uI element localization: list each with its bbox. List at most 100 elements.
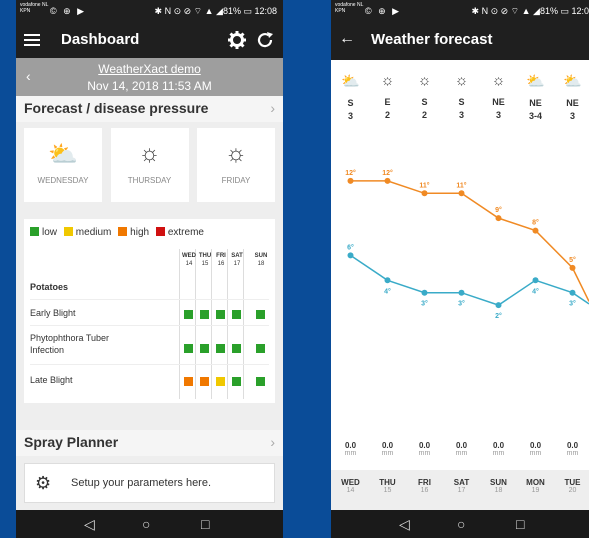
page-title: Weather forecast [371, 31, 493, 48]
column-header: THU 15 [198, 252, 212, 268]
precip-value: 0.0 [529, 441, 542, 450]
disease-label: Phytophthora Tuber Infection [30, 333, 110, 355]
column-date: 15 [201, 261, 209, 267]
day-column: SUN 18 [480, 470, 517, 494]
day-label: WEDNESDAY [37, 176, 89, 185]
wind-direction: E [384, 97, 391, 107]
day-column: WED 14 [332, 470, 369, 494]
partly-cloudy-icon: ⛅ [526, 73, 545, 90]
wind-speed: 2 [384, 110, 390, 120]
column-day: THU [198, 253, 212, 259]
day-strip: WED 14 THU 15 FRI 16 SAT 17 SUN 18 MON 19 TUE 20 [331, 470, 589, 510]
previous-station-button[interactable]: ‹ [26, 68, 31, 84]
wind-direction: NE [492, 97, 505, 107]
setup-parameters-button[interactable]: ⚙ Setup your parameters here. [24, 463, 275, 503]
risk-cell-low [184, 310, 193, 319]
risk-cell-low [200, 310, 209, 319]
column-header: SUN 18 [254, 252, 268, 268]
nav-recent-icon[interactable]: □ [516, 516, 524, 532]
forecast-day-column: ⛅ NE 3 [554, 72, 589, 121]
station-name-link[interactable]: WeatherXact demo [16, 58, 283, 76]
wind-speed: 3 [569, 111, 575, 121]
day-card[interactable]: ☼ THURSDAY [110, 128, 189, 202]
day-name: TUE [564, 478, 581, 487]
day-name: SUN [490, 478, 507, 487]
sun-icon: ☼ [491, 72, 506, 89]
system-nav-bar: ◁ ○ □ [331, 510, 589, 538]
nav-back-icon[interactable]: ◁ [399, 516, 410, 533]
status-right: ✱ N ⊙ ⊘ ⌔ ▲ ◢81% ▭ 12:0 [471, 6, 589, 16]
day-date: 18 [494, 487, 503, 494]
gear-icon: ⚙ [35, 473, 52, 493]
day-name: SAT [453, 478, 470, 487]
sun-icon: ☼ [417, 72, 432, 89]
hamburger-icon[interactable] [24, 34, 40, 46]
column-date: 18 [257, 261, 265, 267]
risk-cell-low [216, 310, 225, 319]
data-label: 6° [347, 243, 354, 251]
nav-back-icon[interactable]: ◁ [84, 516, 95, 533]
precip-value: 0.0 [455, 441, 468, 450]
day-column: MON 19 [517, 470, 554, 494]
data-label: 12° [345, 169, 356, 177]
refresh-icon[interactable] [256, 31, 274, 49]
sun-icon: ☼ [454, 72, 469, 89]
day-column: FRI 16 [406, 470, 443, 494]
column-date: 17 [233, 261, 241, 267]
column-date: 14 [185, 261, 193, 267]
day-name: WED [341, 478, 360, 487]
legend-label: extreme [167, 227, 204, 238]
precip-column: 0.0 mm [517, 441, 554, 457]
notification-icons: © ⊕ ▶ [365, 6, 402, 16]
day-name: FRI [418, 478, 431, 487]
day-name: MON [526, 478, 545, 487]
data-label: 5° [569, 256, 576, 264]
day-card[interactable]: ☼ FRIDAY [197, 128, 275, 202]
forecast-section-header[interactable]: Forecast / disease pressure › [16, 96, 283, 122]
column-divider [179, 249, 180, 399]
data-point [495, 215, 502, 222]
legend-label: low [42, 227, 58, 238]
forecast-day-column: ☼ S 3 [443, 72, 480, 120]
page-title: Dashboard [61, 31, 140, 48]
spray-planner-header[interactable]: Spray Planner › [16, 430, 283, 456]
data-label: 3° [458, 300, 465, 308]
column-header: WED 14 [182, 252, 196, 268]
day-column: SAT 17 [443, 470, 480, 494]
row-divider [30, 325, 269, 326]
nav-home-icon[interactable]: ○ [457, 516, 465, 532]
nav-home-icon[interactable]: ○ [142, 516, 150, 532]
gear-icon[interactable] [228, 31, 246, 49]
precip-value: 0.0 [492, 441, 505, 450]
daily-forecast-cards: ⛅ WEDNESDAY ☼ THURSDAY ☼ FRIDAY [16, 122, 283, 202]
nav-recent-icon[interactable]: □ [201, 516, 209, 532]
day-column: TUE 20 [554, 470, 589, 494]
risk-cell-low [256, 310, 265, 319]
risk-cell-low [232, 310, 241, 319]
forecast-day-column: ☼ S 2 [406, 72, 443, 120]
data-label: 11° [419, 181, 429, 189]
chevron-right-icon: › [270, 434, 275, 450]
precip-column: 0.0 mm [406, 441, 443, 457]
sun-icon: ☼ [138, 140, 161, 167]
day-date: 16 [420, 487, 429, 494]
precip-unit: mm [418, 450, 431, 457]
status-bar: vodafone NL KPN © ⊕ ▶ ✱ N ⊙ ⊘ ⌔ ▲ ◢81% ▭… [331, 0, 589, 22]
notification-icons: © ⊕ ▶ [50, 6, 87, 16]
column-header: SAT 17 [230, 252, 244, 268]
wind-speed: 3-4 [528, 111, 542, 121]
data-point [532, 227, 539, 234]
column-header: FRI 16 [214, 252, 228, 268]
precip-column: 0.0 mm [369, 441, 406, 457]
risk-cell-high [200, 377, 209, 386]
day-date: 19 [531, 487, 540, 494]
crop-label: Potatoes [30, 282, 69, 292]
column-day: FRI [216, 253, 226, 259]
risk-cell-medium [216, 377, 225, 386]
forecast-day-column: ☼ NE 3 [480, 72, 517, 120]
arrow-left-icon[interactable]: ← [339, 30, 355, 48]
wind-direction: S [421, 97, 428, 107]
wind-direction: S [347, 98, 354, 108]
risk-cell-low [216, 344, 225, 353]
day-card[interactable]: ⛅ WEDNESDAY [24, 128, 102, 202]
